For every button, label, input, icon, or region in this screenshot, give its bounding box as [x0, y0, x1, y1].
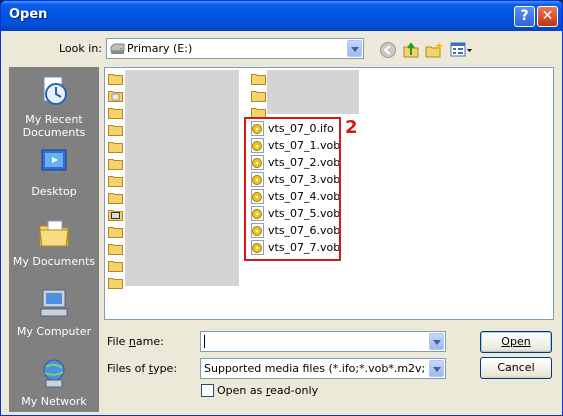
folder-icon[interactable]: [108, 192, 123, 204]
annotation-number: 2: [345, 117, 358, 138]
folder-icon[interactable]: [108, 260, 123, 272]
places-bar: My Recent Documents Desktop My Documents: [9, 67, 99, 412]
folder-icon[interactable]: [108, 226, 123, 238]
folder-icon[interactable]: [108, 107, 123, 119]
new-folder-icon[interactable]: [425, 41, 443, 59]
folder-icon[interactable]: [251, 73, 266, 85]
up-folder-icon[interactable]: [402, 41, 420, 59]
folder-icon[interactable]: [108, 158, 123, 170]
read-only-checkbox[interactable]: [201, 384, 214, 397]
folder-icon[interactable]: [108, 277, 123, 289]
folder-icon[interactable]: [108, 243, 123, 255]
my-network-icon: [43, 359, 65, 388]
place-my-network[interactable]: My Network: [10, 356, 98, 408]
chevron-down-icon[interactable]: [347, 40, 362, 57]
file-name-label: File name:: [107, 335, 164, 348]
title-bar[interactable]: Open ? ✕: [1, 1, 562, 31]
back-icon[interactable]: [379, 41, 397, 59]
folder-icon[interactable]: [108, 175, 123, 187]
desktop-icon: [41, 149, 67, 174]
file-name-input[interactable]: [200, 331, 446, 352]
folder-icon[interactable]: [108, 141, 123, 153]
folder-video-icon[interactable]: [108, 209, 123, 221]
folder-icon[interactable]: [251, 90, 266, 102]
close-button[interactable]: ✕: [537, 6, 558, 27]
cancel-button[interactable]: Cancel: [480, 357, 552, 379]
look-in-dropdown[interactable]: Primary (E:): [106, 38, 364, 59]
chevron-down-icon[interactable]: [429, 333, 444, 350]
annotation-highlight-box: [244, 117, 341, 261]
folder-icon[interactable]: [108, 124, 123, 136]
place-my-computer[interactable]: My Computer: [10, 286, 98, 338]
look-in-value: Primary (E:): [127, 42, 193, 55]
drive-icon: [110, 43, 125, 54]
my-documents-icon: [39, 220, 69, 247]
chevron-down-icon[interactable]: [429, 360, 444, 377]
hidden-names-block: [125, 70, 239, 286]
open-button[interactable]: Open: [480, 331, 552, 353]
files-of-type-label: Files of type:: [107, 362, 178, 375]
folder-icon[interactable]: [108, 73, 123, 85]
hidden-names-block: [267, 70, 359, 114]
place-my-documents[interactable]: My Documents: [10, 216, 98, 268]
look-in-label: Look in:: [59, 42, 102, 55]
files-of-type-dropdown[interactable]: Supported media files (*.ifo;*.vob*.m2v;…: [200, 358, 446, 379]
my-computer-icon: [40, 289, 68, 317]
files-of-type-value: Supported media files (*.ifo;*.vob*.m2v;…: [204, 362, 426, 375]
place-desktop[interactable]: Desktop: [10, 146, 98, 198]
read-only-label[interactable]: Open as read-only: [217, 384, 318, 397]
open-dialog: Open ? ✕ Look in: Primary (E:) My Recent…: [0, 0, 563, 416]
help-button[interactable]: ?: [514, 6, 535, 27]
window-title: Open: [9, 7, 48, 22]
folder-special-icon[interactable]: [108, 90, 123, 102]
recent-documents-icon: [43, 76, 67, 105]
text-cursor: [204, 335, 205, 348]
views-menu-icon[interactable]: [450, 41, 474, 59]
place-my-recent-documents[interactable]: My Recent Documents: [10, 74, 98, 139]
